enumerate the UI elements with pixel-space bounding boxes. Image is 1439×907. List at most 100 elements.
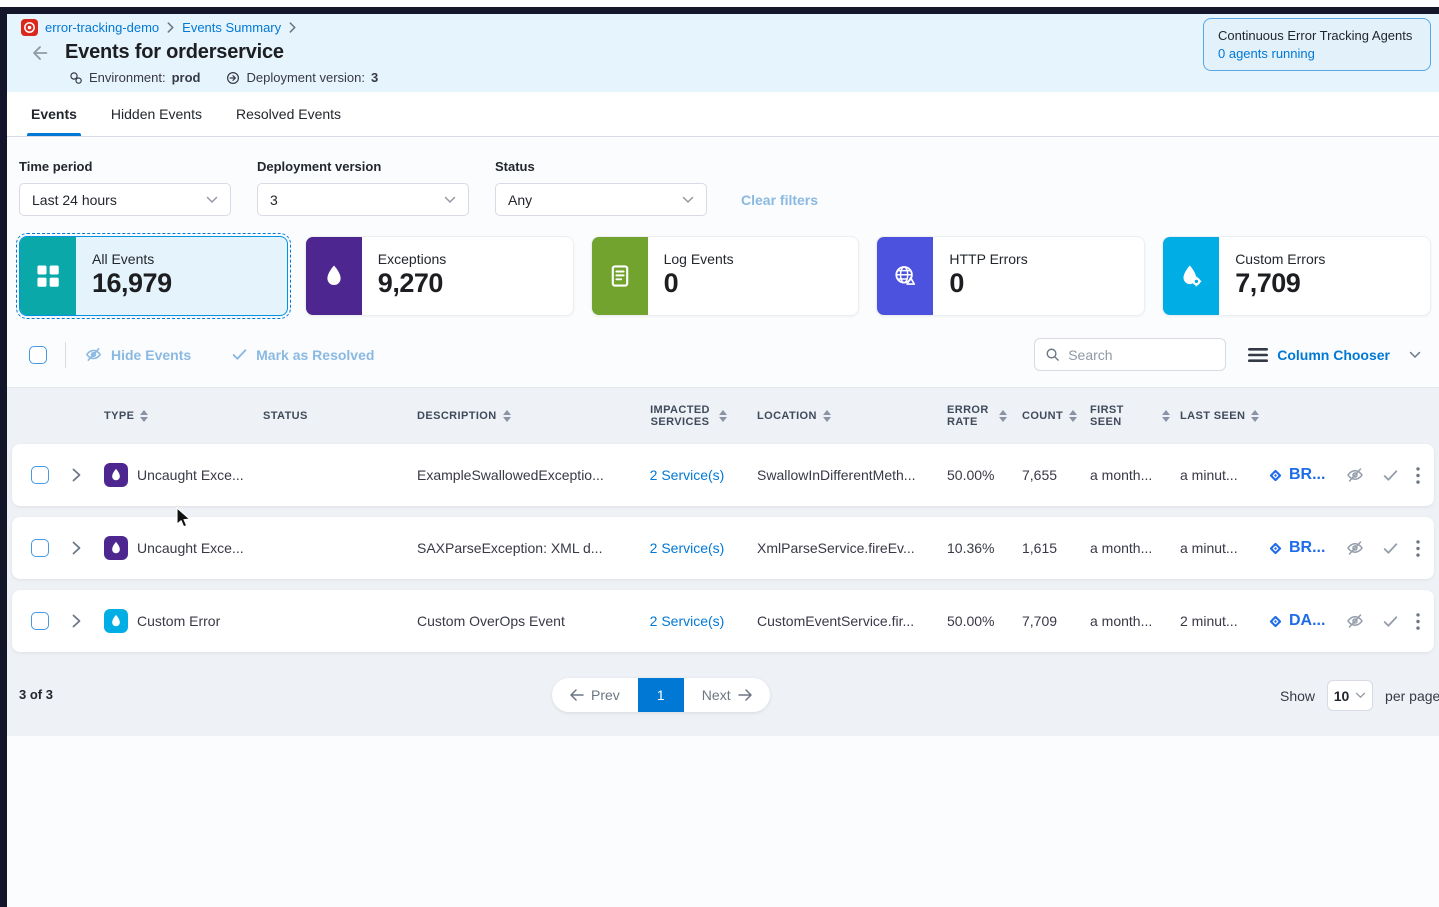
breadcrumb-chevron-icon: [166, 22, 175, 33]
deployment-version-select[interactable]: 3: [257, 183, 469, 216]
description-cell: SAXParseException: XML d...: [407, 540, 627, 556]
time-period-select[interactable]: Last 24 hours: [19, 183, 231, 216]
column-label: LAST SEEN: [1180, 410, 1245, 422]
resolve-event-icon[interactable]: [1382, 613, 1399, 630]
next-page-button[interactable]: Next: [684, 678, 770, 712]
expand-row-button[interactable]: [58, 614, 94, 628]
hamburger-icon: [1248, 347, 1268, 363]
chevron-down-icon: [1409, 351, 1421, 359]
impacted-services-link[interactable]: 2 Service(s): [627, 540, 747, 556]
stat-card-label: Log Events: [664, 251, 734, 267]
hide-event-icon[interactable]: [1345, 465, 1365, 485]
table-row[interactable]: Uncaught Exce... SAXParseException: XML …: [12, 517, 1434, 579]
agents-running-link[interactable]: 0 agents running: [1218, 46, 1416, 61]
sort-icon[interactable]: [1251, 410, 1259, 422]
sort-icon[interactable]: [999, 410, 1007, 422]
jira-issue-icon: [1268, 468, 1283, 483]
column-header-first-seen: FIRST SEEN: [1080, 404, 1170, 428]
row-checkbox[interactable]: [31, 612, 49, 630]
count-cell: 7,655: [1012, 467, 1080, 483]
clear-filters-button[interactable]: Clear filters: [741, 192, 818, 208]
ticket-link[interactable]: DA...: [1260, 612, 1342, 630]
hide-event-icon[interactable]: [1345, 611, 1365, 631]
status-select[interactable]: Any: [495, 183, 707, 216]
first-seen-cell: a month...: [1080, 613, 1170, 629]
flame-icon: [104, 536, 128, 560]
tab-events[interactable]: Events: [21, 92, 87, 136]
row-menu-icon[interactable]: [1416, 467, 1420, 484]
hide-events-button[interactable]: Hide Events: [84, 345, 191, 364]
row-menu-icon[interactable]: [1416, 613, 1420, 630]
stat-card-http-errors[interactable]: HTTP Errors 0: [876, 236, 1145, 316]
stat-card-tile: [592, 237, 648, 315]
search-input[interactable]: [1068, 347, 1215, 363]
breadcrumb-project-link[interactable]: error-tracking-demo: [45, 20, 159, 35]
column-chooser-button[interactable]: Column Chooser: [1248, 347, 1421, 363]
ticket-link[interactable]: BR...: [1260, 466, 1342, 484]
table-row[interactable]: Uncaught Exce... ExampleSwallowedExcepti…: [12, 444, 1434, 506]
stat-card-label: All Events: [92, 251, 172, 267]
ticket-link[interactable]: BR...: [1260, 539, 1342, 557]
row-menu-icon[interactable]: [1416, 540, 1420, 557]
time-period-label: Time period: [19, 159, 231, 174]
sort-icon[interactable]: [1069, 410, 1077, 422]
prev-page-button[interactable]: Prev: [552, 678, 638, 712]
page-bottom-whitespace: [7, 736, 1439, 906]
arrow-left-icon: [570, 689, 584, 701]
table-row[interactable]: Custom Error Custom OverOps Event 2 Serv…: [12, 590, 1434, 652]
prev-label: Prev: [591, 687, 620, 703]
chevron-down-icon: [444, 196, 456, 204]
description-cell: ExampleSwallowedExceptio...: [407, 467, 627, 483]
row-checkbox[interactable]: [31, 466, 49, 484]
bulk-actions-toolbar: Hide Events Mark as Resolved Column Cho: [19, 338, 1431, 387]
sort-icon[interactable]: [823, 410, 831, 422]
deployment-label: Deployment version:: [246, 70, 365, 85]
resolve-event-icon[interactable]: [1382, 540, 1399, 557]
page-size-control: Show 10 per page: [1280, 680, 1439, 711]
window-left-edge: [0, 7, 7, 907]
back-arrow-icon[interactable]: [29, 42, 51, 64]
status-value: Any: [508, 192, 532, 208]
stat-card-custom-errors[interactable]: Custom Errors 7,709: [1162, 236, 1431, 316]
row-checkbox[interactable]: [31, 539, 49, 557]
breadcrumb-events-summary-link[interactable]: Events Summary: [182, 20, 281, 35]
column-label: STATUS: [263, 410, 308, 422]
sort-icon[interactable]: [503, 410, 511, 422]
stat-card-all-events[interactable]: All Events 16,979: [19, 236, 288, 316]
stat-card-tile: [306, 237, 362, 315]
hide-event-icon[interactable]: [1345, 538, 1365, 558]
toolbar-divider: [65, 342, 66, 368]
stat-card-log-events[interactable]: Log Events 0: [591, 236, 860, 316]
chevron-down-icon: [1355, 692, 1366, 699]
mark-resolved-button[interactable]: Mark as Resolved: [231, 346, 374, 363]
column-header-impacted-services: IMPACTED SERVICES: [627, 404, 747, 428]
impacted-services-link[interactable]: 2 Service(s): [627, 467, 747, 483]
error-tracking-logo-icon: [21, 19, 38, 36]
stat-card-exceptions[interactable]: Exceptions 9,270: [305, 236, 574, 316]
event-type-label: Uncaught Exce...: [137, 540, 244, 556]
stat-card-tile: [877, 237, 933, 315]
stat-card-value: 0: [949, 269, 1027, 299]
error-rate-cell: 10.36%: [937, 540, 1012, 556]
per-page-label: per page: [1385, 688, 1439, 704]
page-size-select[interactable]: 10: [1327, 680, 1373, 711]
sort-icon[interactable]: [719, 410, 727, 422]
time-period-value: Last 24 hours: [32, 192, 117, 208]
stat-card-value: 16,979: [92, 269, 172, 299]
arrow-right-icon: [738, 689, 752, 701]
error-rate-cell: 50.00%: [937, 613, 1012, 629]
resolve-event-icon[interactable]: [1382, 467, 1399, 484]
mark-resolved-label: Mark as Resolved: [256, 347, 374, 363]
tab-hidden-events[interactable]: Hidden Events: [101, 92, 212, 136]
ticket-label: BR...: [1289, 539, 1325, 557]
tab-resolved-events[interactable]: Resolved Events: [226, 92, 351, 136]
page-number-button[interactable]: 1: [638, 678, 684, 712]
sort-icon[interactable]: [1162, 410, 1170, 422]
stat-card-label: Exceptions: [378, 251, 446, 267]
expand-row-button[interactable]: [58, 541, 94, 555]
sort-icon[interactable]: [140, 410, 148, 422]
expand-row-button[interactable]: [58, 468, 94, 482]
column-label: FIRST SEEN: [1090, 404, 1156, 428]
impacted-services-link[interactable]: 2 Service(s): [627, 613, 747, 629]
select-all-checkbox[interactable]: [29, 346, 47, 364]
